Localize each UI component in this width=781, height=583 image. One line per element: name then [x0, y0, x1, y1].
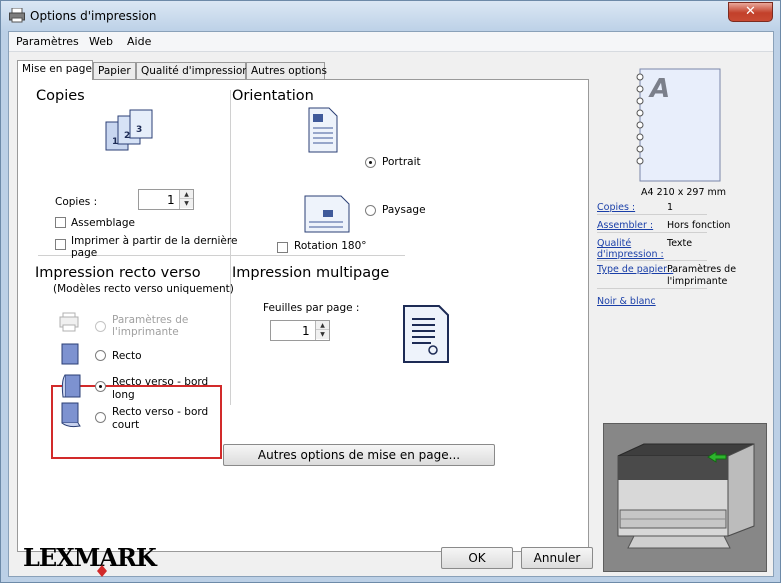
reverse-order-label-2: page: [71, 247, 98, 259]
window-title: Options d'impression: [30, 9, 157, 23]
copies-down-arrow-icon[interactable]: ▼: [180, 199, 193, 208]
duplex-subtitle: (Modèles recto verso uniquement): [53, 283, 234, 295]
menu-parametres[interactable]: Paramètres: [16, 35, 79, 48]
menu-bar: Paramètres Web Aide: [9, 32, 773, 52]
summary-quality-value: Texte: [667, 238, 693, 249]
lexmark-logo: LEXMARK: [23, 543, 157, 572]
copies-label: Copies :: [55, 196, 98, 208]
summary-copies-link[interactable]: Copies :: [597, 202, 635, 213]
copies-spin: ▲ ▼: [179, 190, 193, 209]
copies-up-arrow-icon[interactable]: ▲: [180, 190, 193, 199]
preview-letter: A: [650, 74, 671, 104]
short-edge-label-2: court: [112, 419, 140, 431]
summary-color-link[interactable]: Noir & blanc: [597, 296, 656, 307]
portrait-radio[interactable]: [365, 157, 376, 168]
reverse-order-label-1: Imprimer à partir de la dernière: [71, 235, 238, 247]
tab-autres-options[interactable]: Autres options: [246, 62, 327, 79]
pages-down-arrow-icon[interactable]: ▼: [316, 330, 329, 339]
summary-paper-type-link[interactable]: Type de papier :: [597, 264, 673, 275]
copies-stepper[interactable]: 1 ▲ ▼: [138, 189, 194, 210]
summary-quality-link-2[interactable]: d'impression :: [597, 249, 664, 260]
collate-checkbox[interactable]: [55, 217, 66, 228]
print-options-window: Options d'impression ✕ Paramètres Web Ai…: [0, 0, 781, 583]
orientation-heading: Orientation: [232, 88, 314, 104]
svg-text:3: 3: [136, 125, 142, 135]
summary-divider: [597, 214, 707, 215]
rotate-180-label: Rotation 180°: [294, 240, 367, 252]
landscape-page-icon: [304, 195, 350, 233]
pages-per-sheet-spin: ▲ ▼: [315, 321, 329, 340]
landscape-label: Paysage: [382, 204, 426, 216]
printer-settings-label-1: Paramètres de: [112, 314, 189, 326]
tab-papier[interactable]: Papier: [93, 62, 136, 79]
cancel-button[interactable]: Annuler: [521, 547, 593, 569]
long-edge-label-2: long: [112, 389, 135, 401]
tab-qualite[interactable]: Qualité d'impression: [136, 62, 249, 79]
menu-aide[interactable]: Aide: [127, 35, 151, 48]
collate-label: Assemblage: [71, 217, 135, 229]
summary-paper-type-value-1: Paramètres de: [667, 264, 737, 275]
ok-button[interactable]: OK: [441, 547, 513, 569]
pages-per-sheet-label: Feuilles par page :: [263, 302, 360, 314]
multipage-heading: Impression multipage: [232, 265, 390, 281]
copies-heading: Copies: [36, 88, 85, 104]
summary-divider: [597, 232, 707, 233]
copies-stack-icon: 1 2 3: [105, 109, 153, 151]
short-edge-icon: [61, 402, 81, 428]
divider-vertical: [230, 90, 231, 405]
long-edge-icon: [61, 374, 81, 398]
printer-image: [603, 423, 767, 572]
pages-per-sheet-stepper[interactable]: 1 ▲ ▼: [270, 320, 330, 341]
close-button[interactable]: ✕: [728, 2, 773, 22]
title-bar: Options d'impression ✕: [1, 1, 780, 31]
simplex-label: Recto: [112, 350, 142, 362]
landscape-radio[interactable]: [365, 205, 376, 216]
duplex-heading: Impression recto verso: [35, 265, 201, 281]
simplex-page-icon: [61, 343, 79, 365]
printer-illustration-icon: [617, 443, 755, 549]
summary-collate-link[interactable]: Assembler :: [597, 220, 653, 231]
dialog-body: Paramètres Web Aide Mise en page Papier …: [8, 31, 774, 577]
svg-text:2: 2: [124, 131, 130, 141]
tab-mise-en-page[interactable]: Mise en page: [17, 60, 93, 80]
portrait-page-icon: [308, 107, 338, 153]
short-edge-label-1: Recto verso - bord: [112, 406, 209, 418]
summary-divider: [597, 260, 707, 261]
summary-divider: [597, 288, 707, 289]
long-edge-radio[interactable]: [95, 381, 106, 392]
page-preview-icon: [636, 68, 721, 182]
printer-settings-label-2: l'imprimante: [112, 326, 179, 338]
printer-settings-icon: [59, 312, 79, 332]
menu-web[interactable]: Web: [89, 35, 113, 48]
summary-copies-value: 1: [667, 202, 674, 213]
svg-text:1: 1: [112, 137, 118, 147]
short-edge-radio[interactable]: [95, 412, 106, 423]
pages-per-sheet-value: 1: [302, 324, 310, 338]
summary-quality-link-1[interactable]: Qualité: [597, 238, 631, 249]
multipage-document-icon: [403, 305, 449, 363]
printer-icon: [9, 8, 25, 23]
rotate-180-checkbox[interactable]: [277, 242, 288, 253]
summary-collate-value: Hors fonction: [667, 220, 731, 231]
layout-panel: Copies 1 2 3 Copies : 1 ▲ ▼ Assemblage I…: [17, 79, 589, 552]
long-edge-label-1: Recto verso - bord: [112, 376, 209, 388]
printer-settings-radio[interactable]: [95, 321, 106, 332]
reverse-order-checkbox[interactable]: [55, 239, 66, 250]
summary-paper-type-value-2: l'imprimante: [667, 276, 728, 287]
more-layout-options-button[interactable]: Autres options de mise en page...: [223, 444, 495, 466]
lexmark-diamond-icon: [97, 565, 107, 577]
simplex-radio[interactable]: [95, 350, 106, 361]
paper-size-label: A4 210 x 297 mm: [641, 187, 727, 198]
copies-value: 1: [167, 193, 175, 207]
pages-up-arrow-icon[interactable]: ▲: [316, 321, 329, 330]
portrait-label: Portrait: [382, 156, 421, 168]
